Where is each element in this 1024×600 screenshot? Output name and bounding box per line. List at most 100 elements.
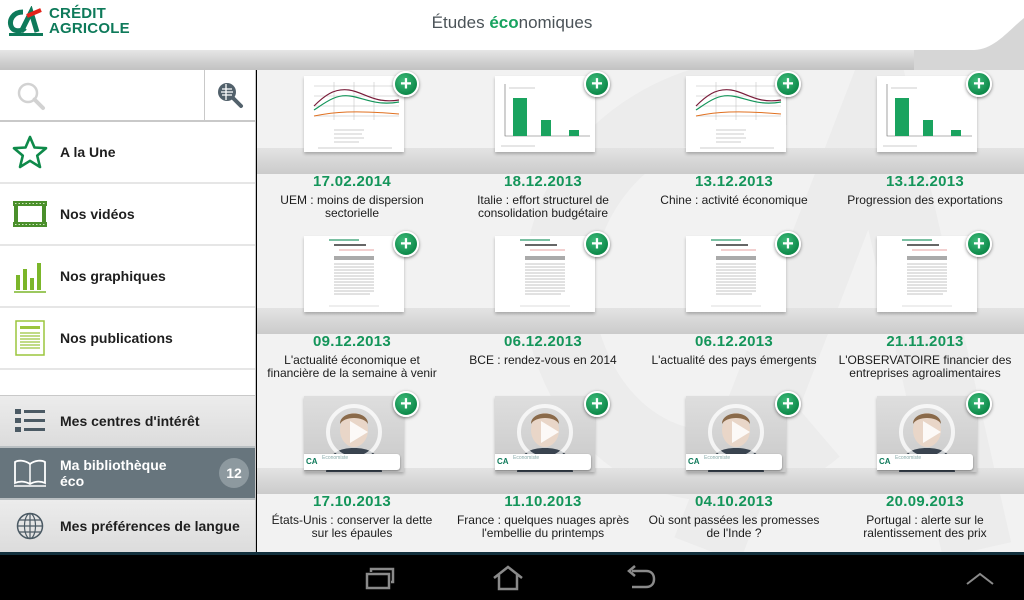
search-input[interactable]: [52, 80, 192, 110]
back-icon: [627, 565, 656, 589]
video-thumbnail[interactable]: CA Economiste: [686, 396, 786, 472]
card-date: 18.12.2013: [503, 173, 583, 190]
add-to-library-button[interactable]: +: [393, 391, 419, 417]
card-date: 20.09.2013: [885, 493, 965, 510]
library-count-badge: 12: [219, 458, 249, 488]
card-caption: L'actualité des pays émergents: [651, 353, 817, 367]
title-part-3: nomiques: [518, 13, 593, 32]
content-card[interactable]: CA Economiste +04.10.2013 Où sont passées l…: [639, 390, 829, 550]
add-to-library-button[interactable]: +: [966, 231, 992, 257]
recent-apps-button[interactable]: [358, 563, 402, 593]
publication-thumbnail: [902, 239, 952, 307]
content-card[interactable]: +06.12.2013 L'actualité des pays émergent…: [639, 230, 829, 390]
card-caption: France : quelques nuages après l'embelli…: [456, 513, 630, 540]
content-grid: +17.02.2014 UEM : moins de dispersion sec…: [257, 70, 1024, 552]
menu-up-button[interactable]: [958, 563, 1002, 593]
add-to-library-button[interactable]: +: [966, 71, 992, 97]
home-button[interactable]: [486, 563, 530, 593]
content-card[interactable]: +13.12.2013 Chine : activité économique: [639, 70, 829, 230]
content-card[interactable]: CA Economiste +11.10.2013 France : quelques…: [448, 390, 638, 550]
publication-thumbnail: [711, 239, 761, 307]
add-to-library-button[interactable]: +: [775, 391, 801, 417]
document-thumbnail[interactable]: [686, 76, 786, 152]
sidebar-item-nos-graphiques[interactable]: Nos graphiques: [0, 246, 255, 308]
search-box[interactable]: [0, 70, 205, 120]
ca-mini-logo: CA: [688, 457, 700, 466]
back-button[interactable]: [618, 563, 662, 593]
add-to-library-button[interactable]: +: [775, 231, 801, 257]
book-icon: [0, 458, 60, 488]
play-icon[interactable]: [517, 404, 573, 460]
publication-thumbnail: [520, 239, 570, 307]
sidebar-item-mes-centres-interet[interactable]: Mes centres d'intérêt: [0, 396, 255, 448]
sidebar-item-ma-bibliotheque-eco[interactable]: Ma bibliothèque éco 12: [0, 448, 255, 500]
bar-chart-icon: [0, 259, 60, 293]
ca-mini-logo: CA: [879, 457, 891, 466]
presenter-role: Economiste: [704, 455, 731, 461]
list-icon: [0, 409, 60, 433]
document-thumbnail[interactable]: [304, 236, 404, 312]
play-icon[interactable]: [899, 404, 955, 460]
card-date: 04.10.2013: [694, 493, 774, 510]
play-icon[interactable]: [326, 404, 382, 460]
add-to-library-button[interactable]: +: [393, 231, 419, 257]
publication-thumbnail: [329, 239, 379, 307]
card-date: 09.12.2013: [312, 333, 392, 350]
ca-mini-logo: CA: [497, 457, 509, 466]
document-thumbnail[interactable]: [495, 76, 595, 152]
card-caption: États-Unis : conserver la dette sur les …: [271, 513, 433, 540]
content-card[interactable]: CA Economiste +20.09.2013 Portugal : alerte…: [830, 390, 1020, 550]
card-date: 13.12.2013: [694, 173, 774, 190]
document-thumbnail[interactable]: [877, 76, 977, 152]
document-thumbnail[interactable]: [686, 236, 786, 312]
system-navigation-bar: [0, 552, 1024, 600]
sidebar-item-label: Nos vidéos: [60, 206, 135, 222]
chart-thumbnail: [501, 84, 590, 147]
video-thumbnail[interactable]: CA Economiste: [877, 396, 977, 472]
card-caption: L'OBSERVATOIRE financier des entreprises…: [838, 353, 1012, 380]
document-thumbnail[interactable]: [304, 76, 404, 152]
sidebar-item-label: Mes centres d'intérêt: [60, 413, 200, 429]
add-to-library-button[interactable]: +: [584, 231, 610, 257]
header-shadow-band: [0, 50, 1024, 70]
sidebar-item-nos-videos[interactable]: Nos vidéos: [0, 184, 255, 246]
content-card[interactable]: CA Economiste +17.10.2013 États-Unis : cons…: [257, 390, 447, 550]
presenter-caption-bar: CA Economiste: [686, 454, 782, 470]
add-to-library-button[interactable]: +: [584, 391, 610, 417]
document-icon: [0, 320, 60, 356]
title-part-1: Études: [431, 13, 490, 32]
card-caption: Portugal : alerte sur le ralentissement …: [863, 513, 987, 540]
sidebar-item-a-la-une[interactable]: A la Une: [0, 122, 255, 184]
advanced-search-button[interactable]: [205, 70, 255, 120]
card-date: 17.10.2013: [312, 493, 392, 510]
add-to-library-button[interactable]: +: [966, 391, 992, 417]
sidebar-item-nos-publications[interactable]: Nos publications: [0, 308, 255, 370]
label-line-2: éco: [60, 473, 85, 489]
add-to-library-button[interactable]: +: [584, 71, 610, 97]
content-card[interactable]: +06.12.2013 BCE : rendez-vous en 2014: [448, 230, 638, 390]
content-card[interactable]: +17.02.2014 UEM : moins de dispersion sec…: [257, 70, 447, 230]
document-thumbnail[interactable]: [877, 236, 977, 312]
play-icon[interactable]: [708, 404, 764, 460]
add-to-library-button[interactable]: +: [775, 71, 801, 97]
add-to-library-button[interactable]: +: [393, 71, 419, 97]
chart-thumbnail: [695, 82, 782, 149]
star-icon: [0, 135, 60, 169]
presenter-role: Economiste: [895, 455, 922, 461]
header: CRÉDIT AGRICOLE Études économiques: [0, 0, 1024, 50]
film-icon: [0, 200, 60, 228]
chart-thumbnail: [313, 82, 400, 149]
sidebar-spacer: [0, 370, 255, 396]
globe-icon: [0, 512, 60, 540]
content-card[interactable]: +13.12.2013 Progression des exportations: [830, 70, 1020, 230]
document-thumbnail[interactable]: [495, 236, 595, 312]
video-thumbnail[interactable]: CA Economiste: [495, 396, 595, 472]
content-card[interactable]: +09.12.2013 L'actualité économique et fin…: [257, 230, 447, 390]
card-date: 17.02.2014: [312, 173, 392, 190]
content-card[interactable]: +18.12.2013 Italie : effort structurel de…: [448, 70, 638, 230]
card-date: 11.10.2013: [504, 493, 582, 510]
content-card[interactable]: +21.11.2013 L'OBSERVATOIRE financier des …: [830, 230, 1020, 390]
sidebar-item-preferences-langue[interactable]: Mes préférences de langue: [0, 500, 255, 552]
card-caption: Chine : activité économique: [660, 193, 808, 207]
video-thumbnail[interactable]: CA Economiste: [304, 396, 404, 472]
